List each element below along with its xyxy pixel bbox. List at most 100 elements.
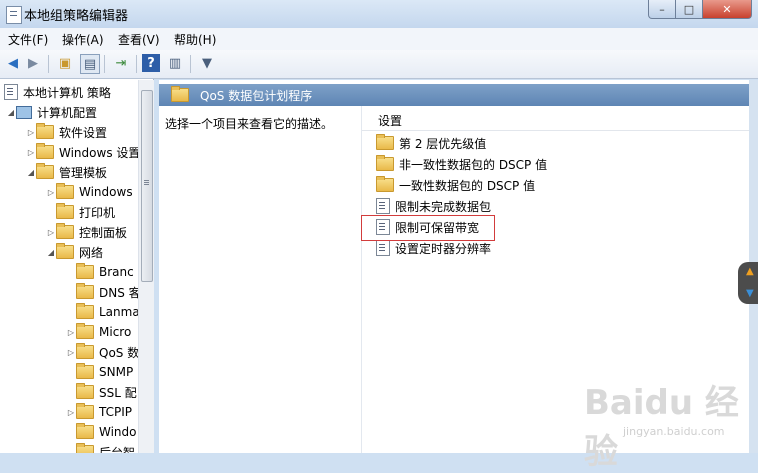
tree-item-dns-client[interactable]: DNS 客 — [76, 282, 141, 302]
tree-item-windows-connect[interactable]: Windo — [76, 422, 137, 442]
help-icon[interactable]: ? — [142, 54, 160, 72]
tree-item-windows-components[interactable]: ▷ Windows — [46, 182, 133, 202]
tree-item-windows-settings[interactable]: ▷ Windows 设置 — [26, 142, 140, 162]
up-folder-icon[interactable]: ▣ — [56, 54, 74, 72]
open-folder-icon — [171, 86, 189, 102]
content-header: QoS 数据包计划程序 — [159, 84, 749, 106]
computer-icon — [16, 105, 32, 119]
expanded-arrow-icon[interactable]: ◢ — [26, 168, 36, 177]
export-list-icon[interactable]: ⇥ — [112, 54, 130, 72]
tree-item-label: SNMP — [99, 365, 134, 379]
scrollbar-thumb[interactable] — [141, 90, 153, 282]
show-hide-tree-icon[interactable]: ▤ — [80, 54, 100, 74]
tree-item-label: TCPIP — [99, 405, 133, 419]
list-item-limit-outstanding-packets[interactable]: 限制未完成数据包 — [376, 196, 491, 216]
tree-item-qos[interactable]: ▷ QoS 数 — [66, 342, 139, 362]
list-item-label: 第 2 层优先级值 — [399, 136, 487, 151]
tree-item-label: 打印机 — [79, 205, 116, 220]
minimize-button[interactable]: – — [648, 0, 676, 19]
tree-item-snmp[interactable]: SNMP — [76, 362, 133, 382]
tree-item-label: 后台智 — [99, 445, 136, 454]
folder-icon — [56, 203, 74, 219]
highlight-box — [361, 215, 495, 241]
folder-icon — [36, 163, 54, 179]
watermark-url: jingyan.baidu.com — [623, 425, 725, 438]
collapsed-arrow-icon[interactable]: ▷ — [26, 128, 36, 137]
folder-icon — [56, 243, 74, 259]
folder-icon — [36, 123, 54, 139]
tree-item-label: Windo — [99, 425, 137, 439]
collapsed-arrow-icon[interactable]: ▷ — [46, 228, 56, 237]
filter-icon[interactable]: ▼ — [198, 54, 216, 72]
folder-icon — [376, 155, 394, 171]
tree-item-computer-config[interactable]: ◢ 计算机配置 — [6, 102, 97, 122]
collapsed-arrow-icon[interactable]: ▷ — [66, 408, 76, 417]
collapsed-arrow-icon[interactable]: ▷ — [26, 148, 36, 157]
tree-item-local-policy[interactable]: 本地计算机 策略 — [4, 82, 111, 102]
toolbar-separator — [48, 55, 49, 73]
folder-icon — [76, 303, 94, 319]
tree-item-tcpip[interactable]: ▷ TCPIP — [66, 402, 132, 422]
menu-view[interactable]: 查看(V) — [118, 31, 160, 48]
menu-action[interactable]: 操作(A) — [62, 31, 104, 48]
tree-item-label: Branc — [99, 265, 134, 279]
app-icon — [6, 6, 22, 24]
back-arrow-icon[interactable]: ◀ — [4, 54, 22, 72]
tree-item-label: Windows 设置 — [59, 145, 141, 160]
expanded-arrow-icon[interactable]: ◢ — [46, 248, 56, 257]
tree-item-label: DNS 客 — [99, 285, 141, 300]
close-button[interactable]: ✕ — [702, 0, 752, 19]
folder-icon — [76, 263, 94, 279]
tree-item-label: 控制面板 — [79, 225, 128, 240]
tree-item-control-panel[interactable]: ▷ 控制面板 — [46, 222, 127, 242]
scroll-widget[interactable]: ▲ ▼ — [738, 262, 758, 304]
tree-item-printers[interactable]: 打印机 — [56, 202, 115, 222]
collapsed-arrow-icon[interactable]: ▷ — [66, 328, 76, 337]
tree-item-label: 计算机配置 — [37, 105, 98, 120]
down-arrow-icon[interactable]: ▼ — [746, 288, 754, 299]
menu-help[interactable]: 帮助(H) — [174, 31, 216, 48]
window-title: 本地组策略编辑器 — [24, 9, 129, 24]
collapsed-arrow-icon[interactable]: ▷ — [46, 188, 56, 197]
tree-item-label: 管理模板 — [59, 165, 108, 180]
column-header-settings[interactable]: 设置 — [362, 106, 749, 131]
list-item-label: 一致性数据包的 DSCP 值 — [399, 178, 536, 193]
expanded-arrow-icon[interactable]: ◢ — [6, 108, 16, 117]
tree-item-label: Windows — [79, 185, 133, 199]
setting-icon — [376, 198, 390, 214]
folder-icon — [76, 363, 94, 379]
tree-scrollbar[interactable] — [138, 80, 154, 453]
tree-item-label: SSL 配 — [99, 385, 137, 400]
menu-bar: 文件(F) 操作(A) 查看(V) 帮助(H) — [0, 28, 758, 51]
tree-item-microsoft[interactable]: ▷ Micro — [66, 322, 131, 342]
list-item-timer-resolution[interactable]: 设置定时器分辨率 — [376, 238, 491, 258]
tree-item-label: QoS 数 — [99, 345, 140, 360]
tree-item-lanman[interactable]: Lanma — [76, 302, 140, 322]
up-arrow-icon[interactable]: ▲ — [746, 266, 754, 277]
title-bar: 本地组策略编辑器 — [0, 0, 758, 28]
list-item-layer2-priority[interactable]: 第 2 层优先级值 — [376, 133, 486, 153]
collapsed-arrow-icon[interactable]: ▷ — [66, 348, 76, 357]
list-item-nonconforming-dscp[interactable]: 非一致性数据包的 DSCP 值 — [376, 154, 547, 174]
list-item-label: 设置定时器分辨率 — [395, 241, 492, 256]
folder-icon — [76, 423, 94, 439]
tree-item-label: Micro — [99, 325, 132, 339]
tree-item-software-settings[interactable]: ▷ 软件设置 — [26, 122, 107, 142]
tree-item-branchcache[interactable]: Branc — [76, 262, 134, 282]
extended-view-icon[interactable]: ▥ — [166, 54, 184, 72]
forward-arrow-icon[interactable]: ▶ — [24, 54, 42, 72]
tree-item-network[interactable]: ◢ 网络 — [46, 242, 103, 262]
maximize-button[interactable]: □ — [675, 0, 703, 19]
navigation-tree: 本地计算机 策略 ◢ 计算机配置 ▷ 软件设置 ▷ Windows 设置 ◢ 管… — [0, 79, 154, 453]
toolbar-separator — [190, 55, 191, 73]
folder-icon — [76, 443, 94, 453]
tree-item-admin-templates[interactable]: ◢ 管理模板 — [26, 162, 107, 182]
tree-item-label: 网络 — [79, 245, 104, 260]
tree-item-ssl[interactable]: SSL 配 — [76, 382, 137, 402]
menu-file[interactable]: 文件(F) — [8, 31, 48, 48]
folder-icon — [36, 143, 54, 159]
list-item-conforming-dscp[interactable]: 一致性数据包的 DSCP 值 — [376, 175, 535, 195]
list-item-label: 限制未完成数据包 — [395, 199, 492, 214]
tree-item-bits[interactable]: 后台智 — [76, 442, 135, 453]
tree-item-label: 软件设置 — [59, 125, 108, 140]
